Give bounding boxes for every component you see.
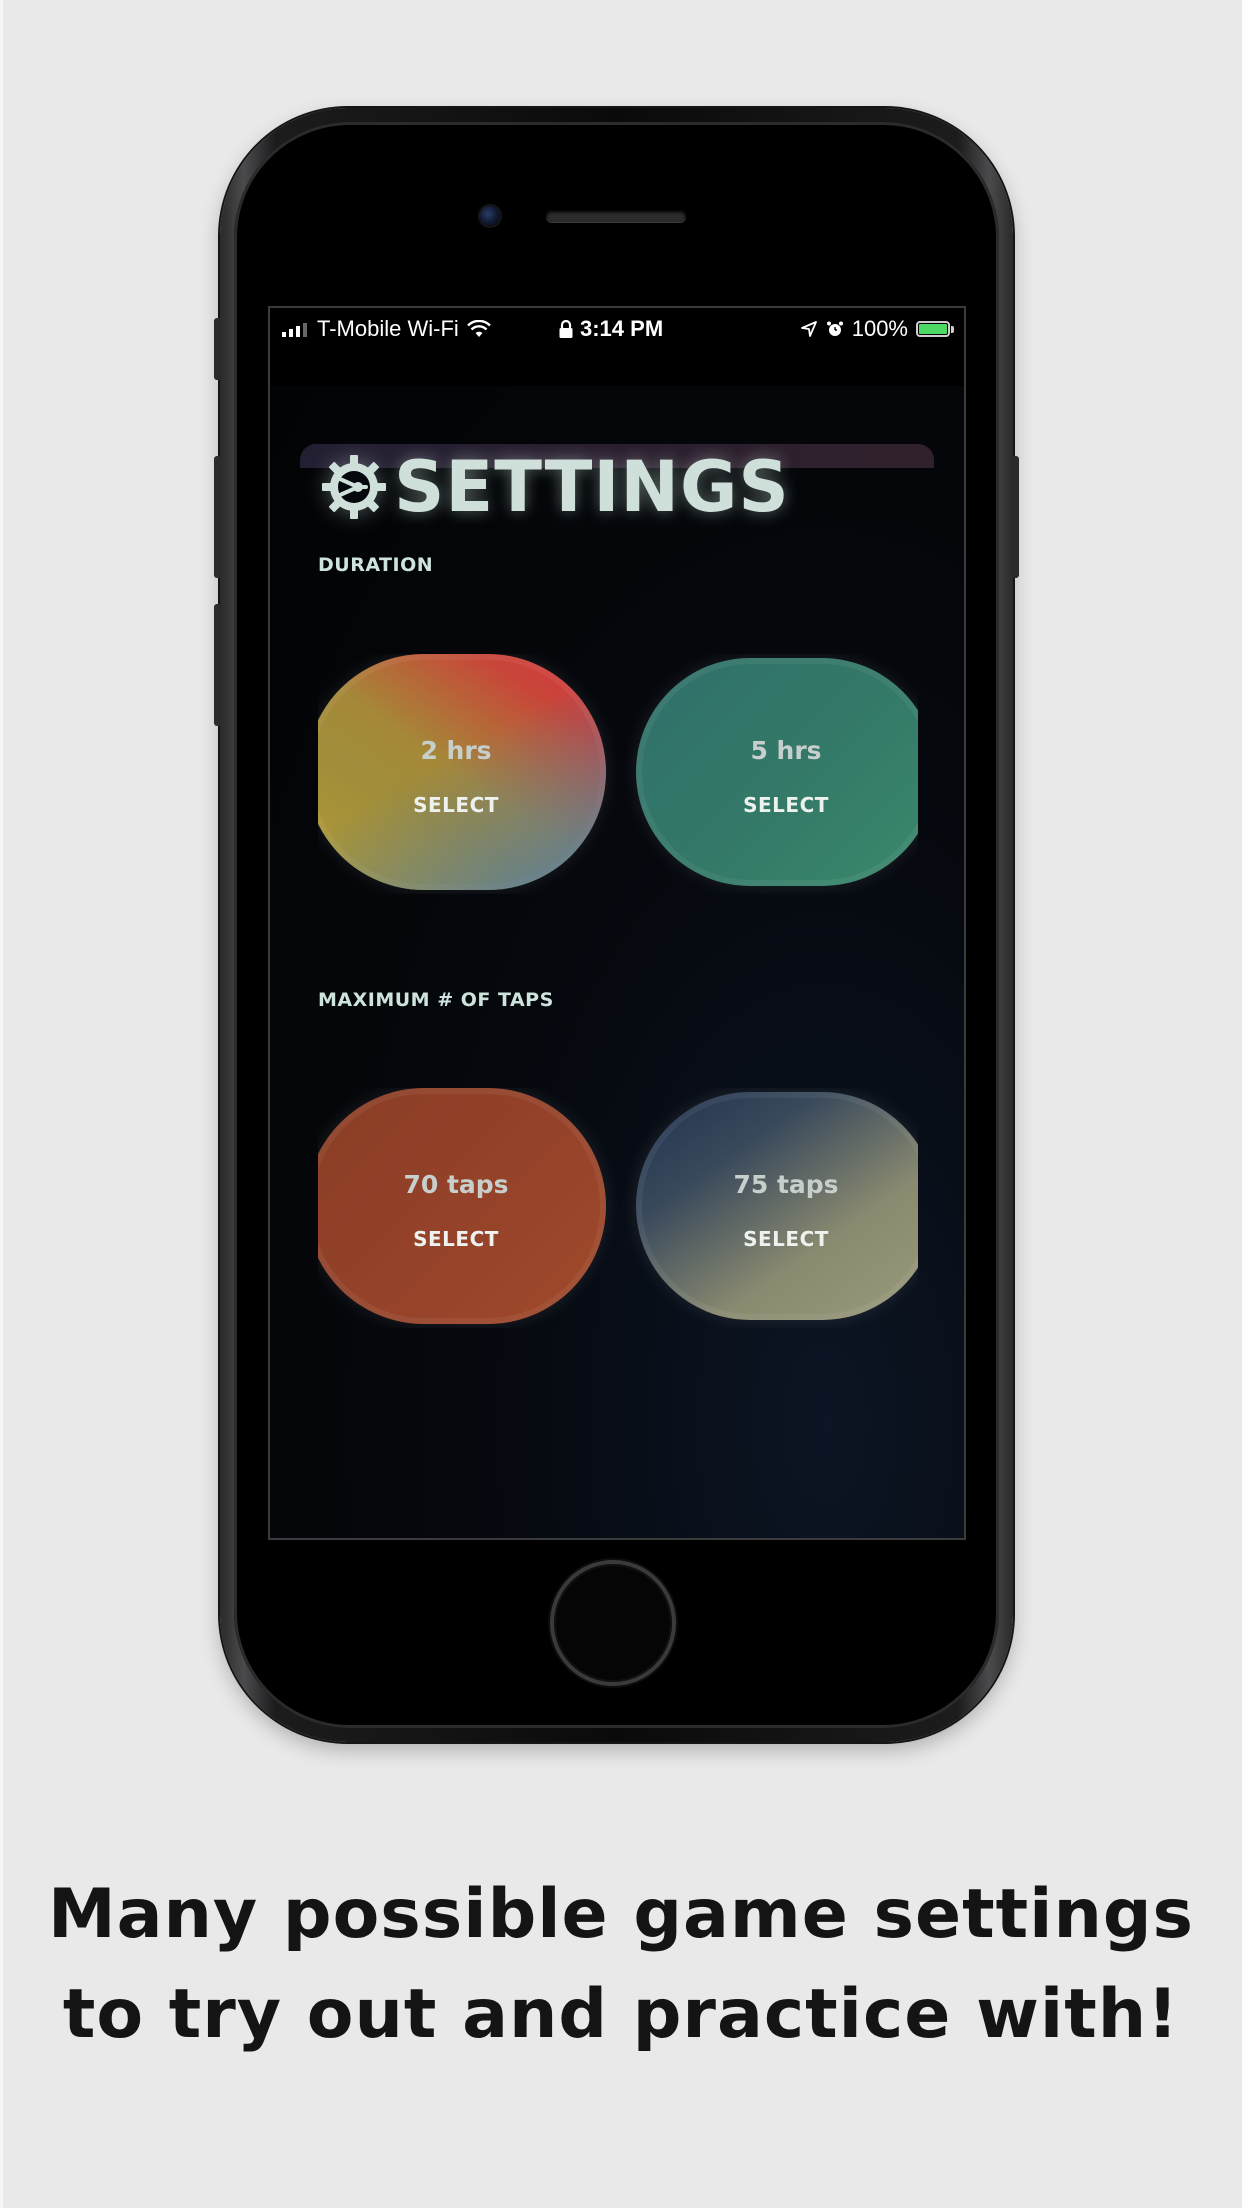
taps-options-row[interactable]: 70 taps SELECT 75 taps SELECT (318, 1088, 918, 1328)
duration-option-card[interactable]: 2 hrs SELECT (318, 654, 606, 890)
select-button[interactable]: SELECT (413, 1227, 499, 1251)
status-center: 3:14 PM (558, 316, 663, 342)
volume-up-button (214, 456, 222, 578)
select-button[interactable]: SELECT (743, 793, 829, 817)
volume-down-button (214, 604, 222, 726)
alarm-icon (826, 321, 843, 336)
duration-options-row[interactable]: 2 hrs SELECT 5 hrs SELECT (318, 654, 918, 894)
taps-value: 70 taps (403, 1169, 509, 1199)
caption-line-2: to try out and practice with! (62, 1975, 1180, 2054)
taps-option-card[interactable]: 75 taps SELECT (636, 1092, 918, 1320)
duration-label: DURATION (318, 554, 434, 576)
duration-value: 2 hrs (420, 735, 492, 765)
battery-charging-icon (916, 321, 954, 337)
caption-line-1: Many possible game settings (47, 1875, 1195, 1954)
select-button[interactable]: SELECT (413, 793, 499, 817)
earpiece-speaker (546, 210, 686, 222)
location-icon (800, 321, 817, 337)
home-button[interactable] (554, 1564, 672, 1682)
max-taps-label: MAXIMUM # OF TAPS (318, 989, 554, 1011)
gear-icon (322, 455, 386, 519)
taps-option-card[interactable]: 70 taps SELECT (318, 1088, 606, 1324)
duration-value: 5 hrs (750, 735, 822, 765)
signal-icon (282, 321, 307, 337)
settings-header: SETTINGS (318, 446, 790, 528)
front-camera (480, 206, 500, 226)
settings-screen: SETTINGS DURATION 2 hrs SELECT 5 hrs SEL… (270, 386, 964, 1538)
silent-switch (214, 318, 222, 380)
taps-value: 75 taps (733, 1169, 839, 1199)
lock-icon (559, 319, 573, 338)
promo-caption: Many possible game settings to try out a… (0, 1865, 1242, 2065)
status-bar: T-Mobile Wi-Fi 3:14 PM 100% (270, 308, 964, 348)
status-right: 100% (800, 316, 954, 342)
select-button[interactable]: SELECT (743, 1227, 829, 1251)
wifi-icon (466, 320, 491, 337)
battery-percent: 100% (851, 316, 908, 341)
carrier-name: T-Mobile Wi-Fi (317, 316, 459, 341)
page-title: SETTINGS (394, 446, 790, 528)
status-left: T-Mobile Wi-Fi (282, 316, 491, 342)
power-button (1011, 456, 1019, 578)
status-time: 3:14 PM (580, 316, 664, 341)
phone-screen: T-Mobile Wi-Fi 3:14 PM 100% SETTINGS DUR… (268, 306, 966, 1540)
duration-option-card[interactable]: 5 hrs SELECT (636, 658, 918, 886)
